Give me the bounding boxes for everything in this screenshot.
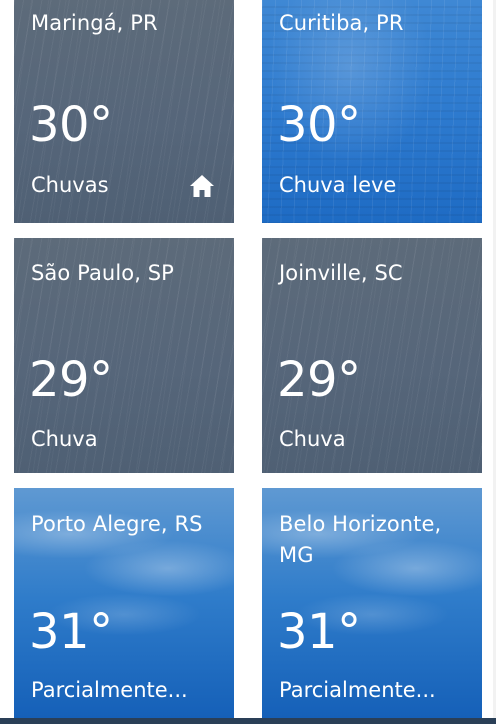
tile-temperature: 31°	[277, 604, 361, 660]
place-tile-porto-alegre[interactable]: Porto Alegre, RS 31° Parcialmente...	[14, 488, 234, 718]
tile-temperature: 31°	[29, 604, 113, 660]
tile-condition: Chuva	[279, 427, 346, 451]
tile-temperature: 30°	[29, 97, 113, 153]
tile-city-name: Porto Alegre, RS	[31, 512, 203, 536]
place-tile-joinville[interactable]: Joinville, SC 29° Chuva	[262, 238, 482, 473]
favorite-places-grid: Maringá, PR 30° Chuvas Curitiba, PR 30° …	[0, 0, 496, 724]
tile-condition: Chuva	[31, 427, 98, 451]
place-tile-maringa[interactable]: Maringá, PR 30° Chuvas	[14, 0, 234, 223]
tile-condition: Parcialmente...	[31, 678, 188, 702]
place-tile-curitiba[interactable]: Curitiba, PR 30° Chuva leve	[262, 0, 482, 223]
tile-temperature: 30°	[277, 97, 361, 153]
tile-city-name: Belo Horizonte, MG	[279, 512, 442, 567]
place-tile-belo-horizonte[interactable]: Belo Horizonte, MG 31° Parcialmente...	[262, 488, 482, 718]
tile-city-name: Maringá, PR	[31, 11, 158, 35]
place-tile-sao-paulo[interactable]: São Paulo, SP 29° Chuva	[14, 238, 234, 473]
tile-city-name: Curitiba, PR	[279, 11, 404, 35]
tile-condition: Parcialmente...	[279, 678, 436, 702]
home-icon	[190, 175, 214, 197]
tile-temperature: 29°	[277, 352, 361, 408]
tile-city-name: Joinville, SC	[279, 261, 403, 285]
tile-city-name: São Paulo, SP	[31, 261, 174, 285]
tile-condition: Chuva leve	[279, 173, 397, 197]
tile-condition: Chuvas	[31, 173, 109, 197]
bottom-strip	[0, 718, 496, 724]
tile-temperature: 29°	[29, 352, 113, 408]
